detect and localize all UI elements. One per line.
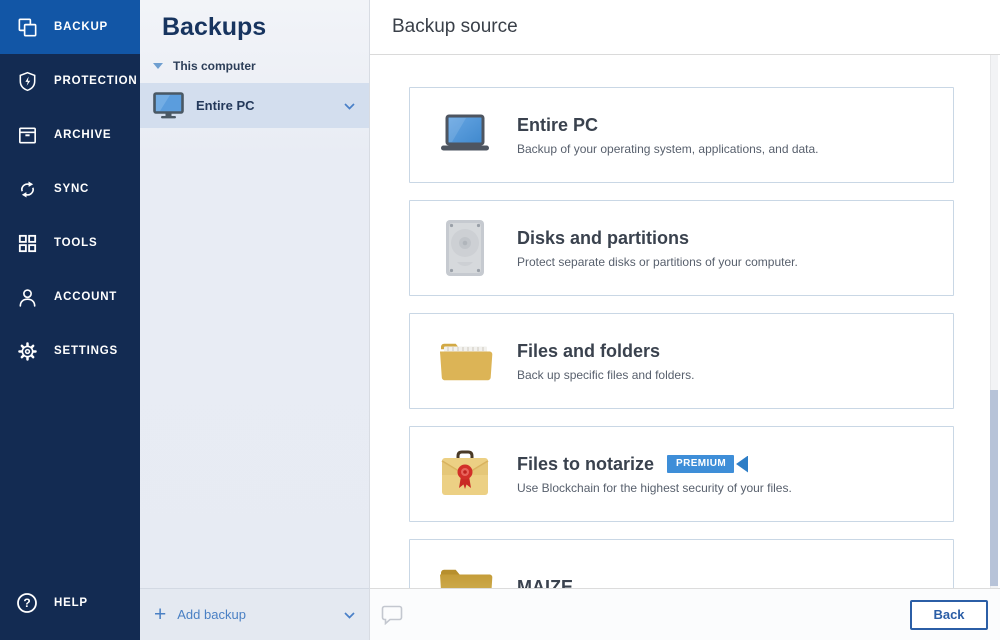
monitor-icon [153,92,184,119]
add-backup-bar[interactable]: + Add backup [140,588,369,640]
sidebar: BACKUP PROTECTION ARCHIVE SYNC TOOLS [0,0,140,640]
panel-title: Backups [162,13,369,42]
help-icon: ? [14,591,40,615]
card-title: Disks and partitions [517,228,689,249]
premium-badge: PREMIUM [667,455,748,473]
main-footer: Back [370,588,1000,640]
backup-source-list: Entire PC Backup of your operating syste… [370,55,1000,588]
feedback-button[interactable] [379,602,405,627]
sidebar-item-label: HELP [54,597,88,609]
backups-list-empty-area [140,128,369,588]
sync-icon [14,177,40,201]
source-card-files-folders[interactable]: Files and folders Back up specific files… [409,313,954,409]
back-button[interactable]: Back [910,600,988,630]
sidebar-item-label: SYNC [54,183,89,195]
comment-icon [381,604,403,625]
folder-icon [436,331,494,391]
card-description: Use Blockchain for the highest security … [517,481,792,495]
add-backup-label: Add backup [177,607,246,622]
account-icon [14,285,40,309]
briefcase-icon [436,444,494,504]
main-header: Backup source [370,0,1000,55]
sidebar-item-label: ACCOUNT [54,291,117,303]
backups-panel: Backups This computer Entire PC + Add ba… [140,0,370,640]
source-card-files-to-notarize[interactable]: Files to notarize PREMIUM Use Blockchain… [409,426,954,522]
backup-list-item-entire-pc[interactable]: Entire PC [140,83,369,128]
card-description: Back up specific files and folders. [517,368,694,382]
sidebar-item-label: PROTECTION [54,75,137,87]
card-title: Files to notarize [517,454,654,475]
hdd-icon [436,218,494,278]
app-window: BACKUP PROTECTION ARCHIVE SYNC TOOLS [0,0,1000,640]
source-card-maize[interactable]: NAS MAIZE [409,539,954,588]
main-panel: Backup source Entire PC Backup of your o… [370,0,1000,640]
backup-icon [14,15,40,39]
premium-badge-label: PREMIUM [667,455,734,473]
card-title: Files and folders [517,341,660,362]
card-title: MAIZE [517,577,573,589]
premium-badge-arrow-icon [736,456,748,473]
scrollbar-thumb[interactable] [990,390,998,586]
archive-icon [14,123,40,147]
sidebar-item-account[interactable]: ACCOUNT [0,270,140,324]
card-description: Backup of your operating system, applica… [517,142,819,156]
settings-icon [14,339,40,363]
sidebar-item-label: BACKUP [54,21,108,33]
card-title: Entire PC [517,115,598,136]
source-card-entire-pc[interactable]: Entire PC Backup of your operating syste… [409,87,954,183]
sidebar-item-protection[interactable]: PROTECTION [0,54,140,108]
sidebar-item-tools[interactable]: TOOLS [0,216,140,270]
backup-item-label: Entire PC [196,98,255,113]
source-card-disks-partitions[interactable]: Disks and partitions Protect separate di… [409,200,954,296]
sidebar-item-label: TOOLS [54,237,97,249]
sidebar-item-label: SETTINGS [54,345,118,357]
card-description: Protect separate disks or partitions of … [517,255,798,269]
sidebar-item-help[interactable]: ? HELP [0,576,140,630]
collapse-triangle-icon [153,63,163,69]
svg-text:?: ? [23,596,30,610]
sidebar-item-backup[interactable]: BACKUP [0,0,140,54]
sidebar-item-sync[interactable]: SYNC [0,162,140,216]
laptop-icon [436,105,494,165]
sidebar-item-settings[interactable]: SETTINGS [0,324,140,378]
plus-icon: + [154,604,166,625]
tools-icon [14,231,40,255]
group-label: This computer [173,59,256,73]
chevron-down-icon[interactable] [344,606,355,624]
nas-folder-icon: NAS [436,557,494,588]
protection-icon [14,69,40,93]
chevron-down-icon[interactable] [344,97,355,115]
sidebar-item-archive[interactable]: ARCHIVE [0,108,140,162]
page-title: Backup source [392,16,518,38]
group-this-computer[interactable]: This computer [153,59,369,73]
sidebar-item-label: ARCHIVE [54,129,111,141]
